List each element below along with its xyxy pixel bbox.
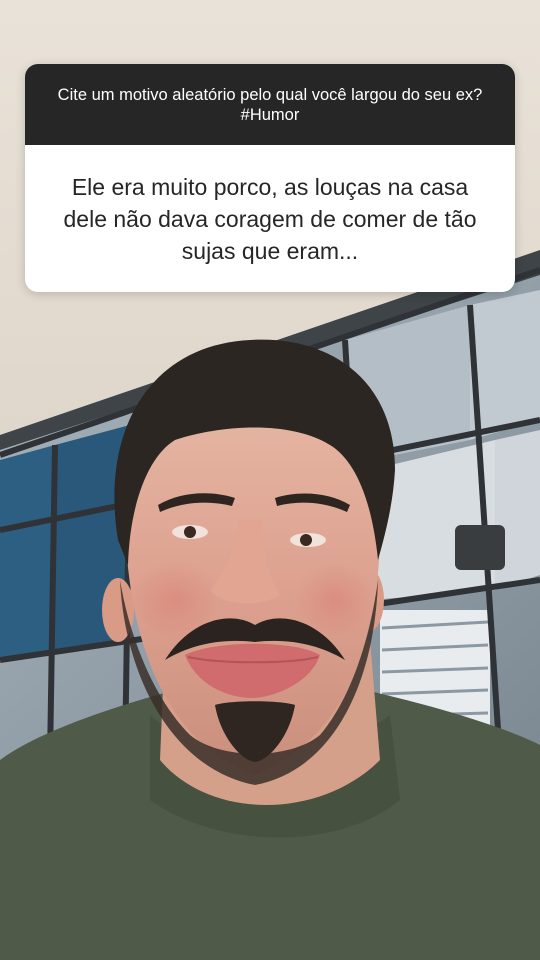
story-frame: Cite um motivo aleatório pelo qual você … (0, 0, 540, 960)
question-sticker[interactable]: Cite um motivo aleatório pelo qual você … (25, 64, 515, 292)
answer-text: Ele era muito porco, as louças na casa d… (63, 173, 477, 264)
answer-body: Ele era muito porco, as louças na casa d… (25, 145, 515, 292)
question-text: Cite um motivo aleatório pelo qual você … (57, 85, 483, 124)
question-header: Cite um motivo aleatório pelo qual você … (25, 64, 515, 145)
